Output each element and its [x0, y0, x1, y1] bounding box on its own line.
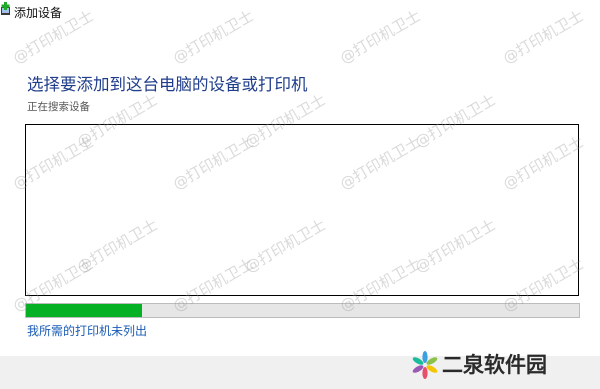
device-list[interactable]: [25, 124, 579, 296]
search-status: 正在搜索设备: [27, 101, 90, 113]
search-progress-bar: [25, 303, 580, 318]
progress-fill: [26, 304, 143, 317]
pinwheel-logo-icon: [412, 351, 438, 379]
site-logo: 二泉软件园: [410, 344, 600, 389]
logo-text: 二泉软件园: [442, 353, 547, 377]
title-bar: 添加设备: [0, 0, 600, 24]
window-title: 添加设备: [14, 6, 63, 20]
printer-not-listed-link[interactable]: 我所需的打印机未列出: [27, 322, 147, 339]
add-device-icon: [1, 2, 10, 15]
page-heading: 选择要添加到这台电脑的设备或打印机: [27, 75, 308, 94]
